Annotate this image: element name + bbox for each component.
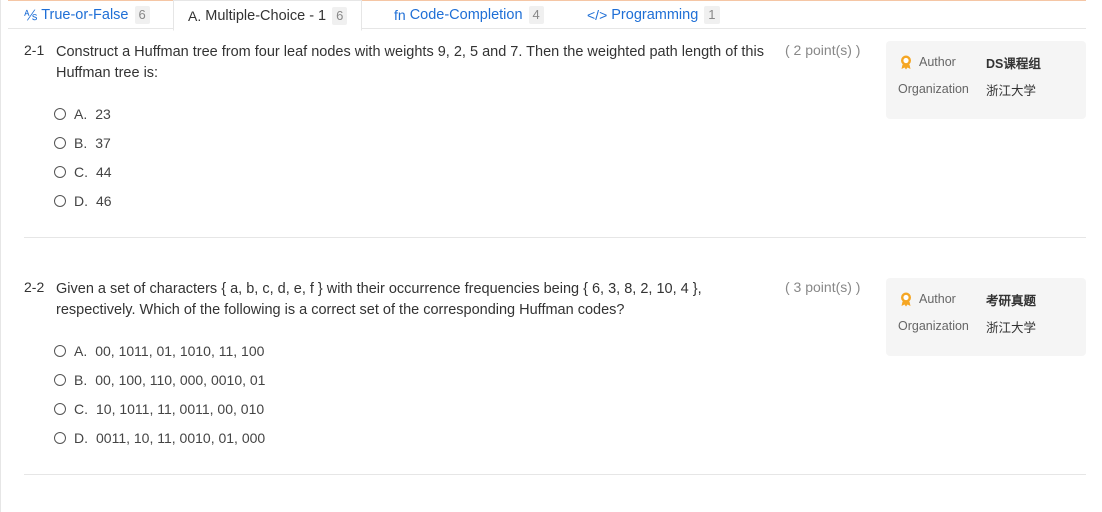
tab-label: Multiple-Choice - 1 (205, 7, 327, 24)
option-c[interactable]: C. 10, 1011, 11, 0011, 00, 010 (54, 399, 264, 419)
option-text: 46 (96, 193, 112, 209)
option-text: 00, 1011, 01, 1010, 11, 100 (95, 343, 265, 359)
question-info-panel: Author 考研真题 Organization 浙江大学 (886, 278, 1086, 356)
option-text: 44 (96, 164, 112, 180)
organization-name: 浙江大学 (986, 83, 1037, 98)
option-text: 0011, 10, 11, 0010, 01, 000 (96, 430, 266, 446)
organization-label: Organization (898, 82, 969, 96)
option-letter: C. (74, 164, 88, 180)
question-number: 2-1 (24, 42, 45, 58)
multiple-choice-icon: A. (188, 7, 202, 24)
tab-count-badge: 4 (528, 5, 544, 24)
organization-row: Organization 浙江大学 (898, 319, 1036, 335)
organization-label: Organization (898, 319, 969, 333)
radio-button[interactable] (54, 195, 66, 207)
radio-button[interactable] (54, 345, 66, 357)
tab-multiple-choice[interactable]: A. Multiple-Choice - 1 6 (173, 0, 363, 31)
option-letter: D. (74, 193, 88, 209)
radio-button[interactable] (54, 432, 66, 444)
option-b[interactable]: B. 37 (54, 133, 111, 153)
question-number: 2-2 (24, 279, 45, 295)
code-icon: </> (587, 6, 608, 23)
function-icon: fn (394, 6, 406, 23)
author-row: Author DS课程组 (898, 54, 1041, 71)
true-false-icon: ⅍ (24, 6, 38, 23)
option-text: 23 (95, 106, 111, 122)
tab-count-badge: 6 (134, 5, 150, 24)
option-text: 00, 100, 110, 000, 0010, 01 (95, 372, 266, 388)
question-points: ( 2 point(s) ) (785, 42, 861, 58)
option-letter: A. (74, 343, 88, 359)
question-divider (24, 474, 1086, 475)
radio-button[interactable] (54, 108, 66, 120)
question-points: ( 3 point(s) ) (785, 279, 861, 295)
option-letter: D. (74, 430, 88, 446)
tab-label: Code-Completion (409, 6, 523, 23)
author-label: Author (919, 55, 956, 69)
option-text: 37 (95, 135, 111, 151)
tab-code-completion[interactable]: fn Code-Completion 4 (394, 0, 544, 29)
question-type-tabs: ⅍ True-or-False 6 A. Multiple-Choice - 1… (8, 0, 1086, 31)
option-letter: C. (74, 401, 88, 417)
option-a[interactable]: A. 23 (54, 104, 111, 124)
organization-name: 浙江大学 (986, 320, 1037, 335)
tab-count-badge: 1 (704, 5, 720, 24)
question-info-panel: Author DS课程组 Organization 浙江大学 (886, 41, 1086, 119)
award-icon (901, 292, 911, 307)
option-c[interactable]: C. 44 (54, 162, 112, 182)
tab-count-badge: 6 (332, 6, 348, 25)
option-text: 10, 1011, 11, 0011, 00, 010 (96, 401, 265, 417)
option-d[interactable]: D. 0011, 10, 11, 0010, 01, 000 (54, 428, 265, 448)
tab-programming[interactable]: </> Programming 1 (587, 0, 720, 29)
radio-button[interactable] (54, 166, 66, 178)
option-a[interactable]: A. 00, 1011, 01, 1010, 11, 100 (54, 341, 264, 361)
option-d[interactable]: D. 46 (54, 191, 112, 211)
organization-row: Organization 浙江大学 (898, 82, 1036, 98)
question-text: Construct a Huffman tree from four leaf … (56, 44, 764, 81)
option-b[interactable]: B. 00, 100, 110, 000, 0010, 01 (54, 370, 265, 390)
author-row: Author 考研真题 (898, 291, 1036, 308)
question-text: Given a set of characters { a, b, c, d, … (56, 281, 702, 318)
radio-button[interactable] (54, 374, 66, 386)
radio-button[interactable] (54, 137, 66, 149)
question-divider (24, 237, 1086, 238)
tab-true-or-false[interactable]: ⅍ True-or-False 6 (24, 0, 150, 29)
tab-label: Programming (611, 6, 699, 23)
option-letter: B. (74, 372, 88, 388)
question-card: 2-1 Construct a Huffman tree from four l… (24, 41, 1086, 212)
radio-button[interactable] (54, 403, 66, 415)
tab-label: True-or-False (41, 6, 129, 23)
question-card: 2-2 Given a set of characters { a, b, c,… (24, 278, 1086, 449)
author-name: DS课程组 (986, 56, 1041, 71)
award-icon (901, 55, 911, 70)
page-left-border (0, 0, 1, 512)
option-letter: A. (74, 106, 88, 122)
author-name: 考研真题 (986, 293, 1037, 308)
option-letter: B. (74, 135, 88, 151)
author-label: Author (919, 292, 956, 306)
